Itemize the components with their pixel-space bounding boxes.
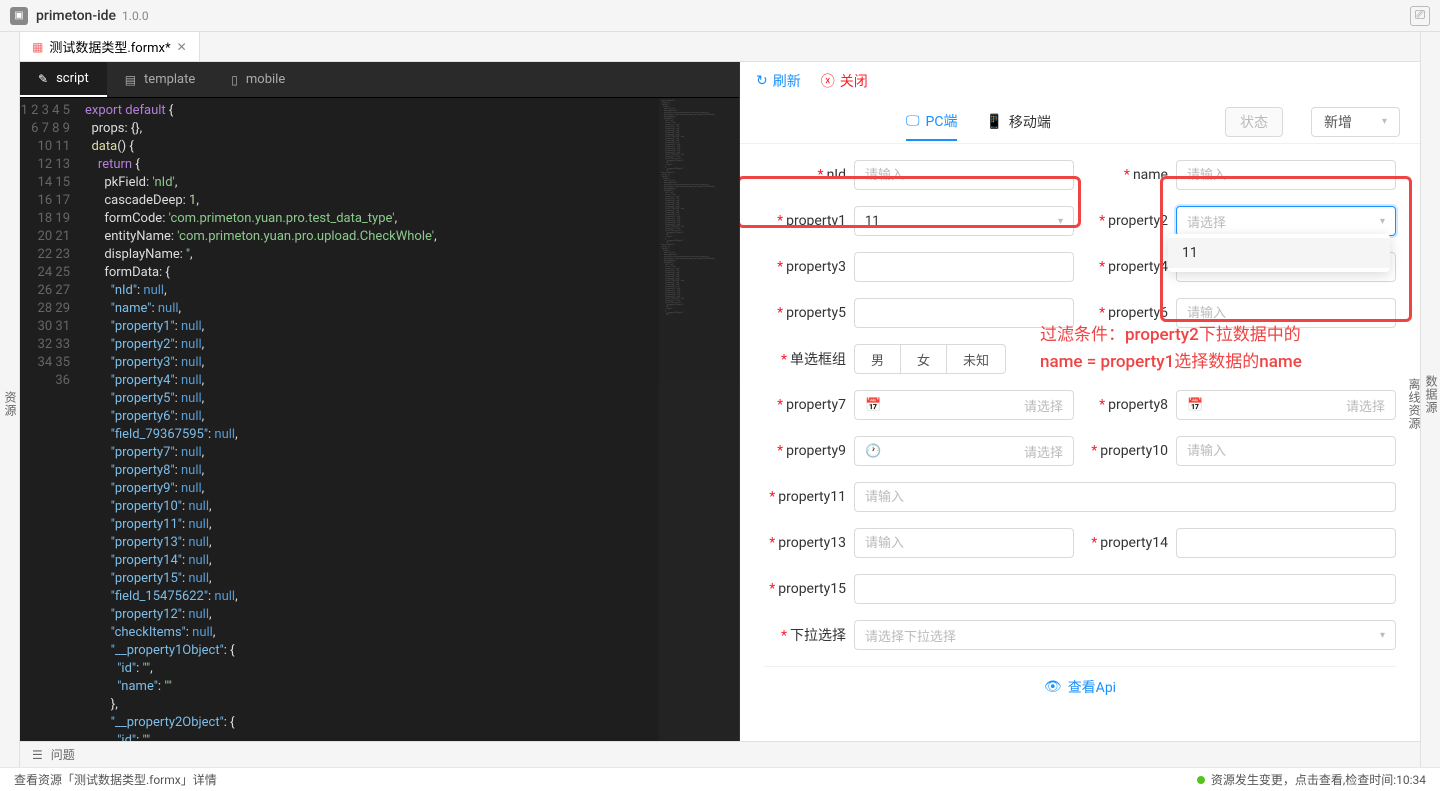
sidebar-item-datasource[interactable]: 数据源 bbox=[1423, 375, 1440, 414]
input-property13[interactable] bbox=[854, 528, 1074, 558]
refresh-button[interactable]: ↻ 刷新 bbox=[756, 71, 801, 91]
input-property10[interactable] bbox=[1176, 436, 1396, 466]
close-button[interactable]: ⓧ 关闭 bbox=[821, 71, 868, 91]
label-property15: *property15 bbox=[764, 581, 846, 597]
clock-icon: 🕐 bbox=[865, 444, 881, 459]
preview-toolbar: ↻ 刷新 ⓧ 关闭 bbox=[740, 62, 1420, 100]
titlebar-button[interactable]: ⎚ bbox=[1410, 6, 1430, 26]
app-logo-icon: ▣ bbox=[10, 7, 28, 25]
dropdown-options: 11 bbox=[1168, 234, 1390, 272]
phone-icon: 📱 bbox=[985, 114, 1002, 130]
state-select[interactable]: 状态 bbox=[1225, 107, 1283, 137]
label-property14: *property14 bbox=[1086, 535, 1168, 551]
left-sidebar[interactable]: 资源 bbox=[0, 32, 20, 767]
calendar-icon: 📅 bbox=[1187, 398, 1203, 413]
input-nid[interactable] bbox=[854, 160, 1074, 190]
label-property3: *property3 bbox=[764, 259, 846, 275]
select-property8[interactable]: 📅请选择 bbox=[1176, 390, 1396, 420]
input-name[interactable] bbox=[1176, 160, 1396, 190]
status-left[interactable]: 查看资源「测试数据类型.formx」详情 bbox=[14, 771, 217, 788]
label-property1: *property1 bbox=[764, 213, 846, 229]
app-version: 1.0.0 bbox=[122, 9, 149, 23]
radio-group: 男 女 未知 bbox=[854, 344, 1006, 374]
preview-pane: ↻ 刷新 ⓧ 关闭 🖵 PC端 📱 bbox=[740, 62, 1420, 741]
radio-male[interactable]: 男 bbox=[854, 344, 901, 374]
file-tab-label: 测试数据类型.formx* bbox=[49, 37, 170, 56]
tab-mobile-preview[interactable]: 📱 移动端 bbox=[985, 103, 1050, 141]
dropdown-option[interactable]: 11 bbox=[1168, 238, 1390, 268]
radio-unknown[interactable]: 未知 bbox=[946, 344, 1006, 374]
label-property8: *property8 bbox=[1086, 397, 1168, 413]
radio-female[interactable]: 女 bbox=[900, 344, 947, 374]
refresh-icon: ↻ bbox=[756, 73, 768, 89]
input-property3[interactable] bbox=[854, 252, 1074, 282]
chevron-down-icon: ▾ bbox=[1380, 630, 1385, 641]
input-property15[interactable] bbox=[854, 574, 1396, 604]
label-nid: *nId bbox=[764, 167, 846, 183]
tab-script[interactable]: ✎ script bbox=[20, 62, 107, 97]
editor-pane: ✎ script ▤ template ▯ mobile 1 2 3 4 5 6… bbox=[20, 62, 740, 741]
tab-template[interactable]: ▤ template bbox=[107, 62, 214, 97]
label-property10: *property10 bbox=[1086, 443, 1168, 459]
status-right[interactable]: 资源发生变更，点击查看,检查时间:10:34 bbox=[1211, 771, 1426, 788]
wand-icon: ✎ bbox=[38, 72, 48, 86]
label-property4: *property4 bbox=[1086, 259, 1168, 275]
right-sidebar: 数据源 离线资源 bbox=[1420, 32, 1440, 767]
tab-mobile[interactable]: ▯ mobile bbox=[213, 62, 303, 97]
close-circle-icon: ⓧ bbox=[821, 71, 835, 91]
select-property7[interactable]: 📅请选择 bbox=[854, 390, 1074, 420]
input-property14[interactable] bbox=[1176, 528, 1396, 558]
mobile-icon: ▯ bbox=[231, 73, 238, 87]
preview-header: 🖵 PC端 📱 移动端 状态 新增 ▾ bbox=[740, 100, 1420, 144]
label-radio: *单选框组 bbox=[764, 349, 846, 369]
label-dropdown: *下拉选择 bbox=[764, 625, 846, 645]
label-property5: *property5 bbox=[764, 305, 846, 321]
chevron-down-icon: ▾ bbox=[1058, 216, 1063, 227]
status-dot-icon bbox=[1197, 776, 1205, 784]
input-property6[interactable] bbox=[1176, 298, 1396, 328]
form-preview: *nId *name *property1 11 bbox=[740, 144, 1420, 741]
list-icon: ☰ bbox=[32, 748, 43, 762]
input-property5[interactable] bbox=[854, 298, 1074, 328]
minimap[interactable]: export default { props: {}, data() { ret… bbox=[659, 98, 739, 741]
label-property9: *property9 bbox=[764, 443, 846, 459]
label-property11: *property11 bbox=[764, 489, 846, 505]
chevron-down-icon: ▾ bbox=[1382, 116, 1387, 127]
chevron-down-icon: ▾ bbox=[1380, 216, 1385, 227]
titlebar: ▣ primeton-ide 1.0.0 ⎚ bbox=[0, 0, 1440, 32]
select-dropdown[interactable]: 请选择下拉选择 ▾ bbox=[854, 620, 1396, 650]
label-property6: *property6 bbox=[1086, 305, 1168, 321]
view-api-link[interactable]: 👁 查看Api bbox=[764, 666, 1396, 707]
code-editor[interactable]: 1 2 3 4 5 6 7 8 9 10 11 12 13 14 15 16 1… bbox=[20, 98, 739, 741]
template-icon: ▤ bbox=[125, 73, 136, 87]
tab-pc[interactable]: 🖵 PC端 bbox=[906, 103, 957, 141]
sidebar-item-resources[interactable]: 资源 bbox=[2, 391, 19, 417]
label-name: *name bbox=[1086, 167, 1168, 183]
file-icon: ▦ bbox=[32, 40, 43, 54]
input-property11[interactable] bbox=[854, 482, 1396, 512]
close-icon[interactable]: ✕ bbox=[177, 40, 187, 54]
mode-select[interactable]: 新增 ▾ bbox=[1311, 107, 1400, 137]
bottom-panel[interactable]: ☰ 问题 bbox=[20, 741, 1420, 767]
file-tab[interactable]: ▦ 测试数据类型.formx* ✕ bbox=[20, 32, 200, 61]
desktop-icon: 🖵 bbox=[906, 113, 920, 129]
select-property9[interactable]: 🕐请选择 bbox=[854, 436, 1074, 466]
label-property7: *property7 bbox=[764, 397, 846, 413]
label-property13: *property13 bbox=[764, 535, 846, 551]
label-property2: *property2 bbox=[1086, 213, 1168, 229]
calendar-icon: 📅 bbox=[865, 398, 881, 413]
select-property2[interactable]: 请选择 ▾ bbox=[1176, 206, 1396, 236]
eye-icon: 👁 bbox=[1044, 679, 1062, 695]
select-property1[interactable]: 11 ▾ bbox=[854, 206, 1074, 236]
app-name: primeton-ide bbox=[36, 8, 116, 24]
file-tabs: ▦ 测试数据类型.formx* ✕ bbox=[20, 32, 1420, 62]
problems-label: 问题 bbox=[51, 746, 75, 763]
editor-tabs: ✎ script ▤ template ▯ mobile bbox=[20, 62, 739, 98]
status-bar: 查看资源「测试数据类型.formx」详情 资源发生变更，点击查看,检查时间:10… bbox=[0, 767, 1440, 791]
